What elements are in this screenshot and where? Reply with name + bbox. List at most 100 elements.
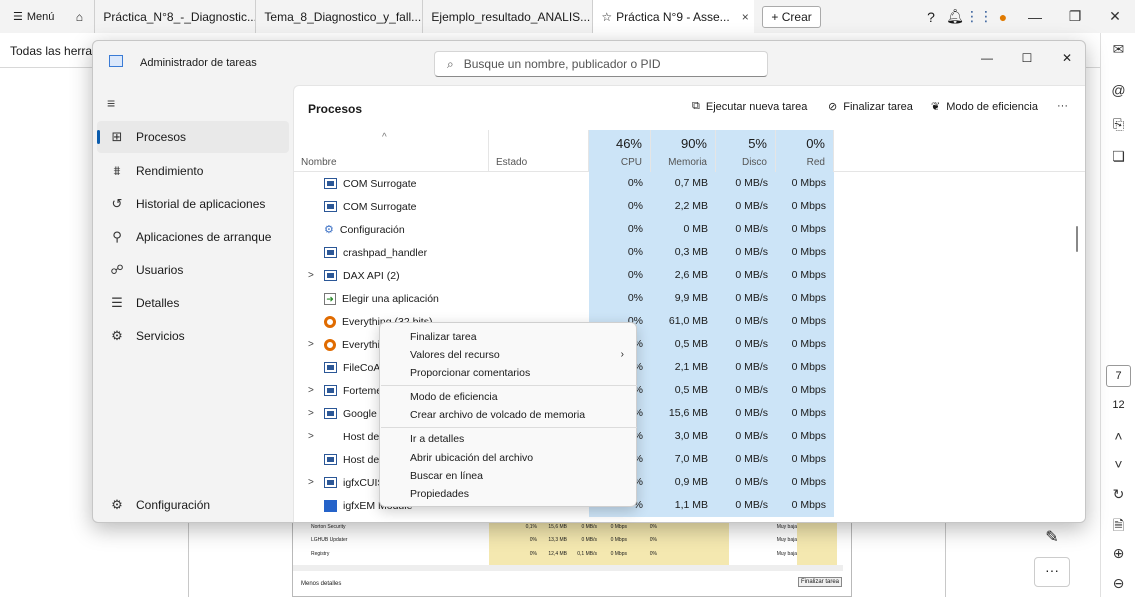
browser-tab-active[interactable]: ☆ Práctica N°9 - Asse... × xyxy=(592,0,755,33)
cell-mem: 2,6 MB xyxy=(651,264,716,287)
mini-scrollbar xyxy=(293,565,843,571)
table-row[interactable]: ⚙ Configuración 0% 0 MB 0 MB/s 0 Mbps xyxy=(294,218,1085,241)
zoom-out-icon[interactable]: ⊖ xyxy=(1101,575,1135,592)
menu-item-feedback[interactable]: Proporcionar comentarios xyxy=(410,367,530,379)
sidebar-item-configuracion[interactable]: ⚙ Configuración xyxy=(97,489,289,521)
column-network[interactable]: 0% Red xyxy=(776,130,834,172)
menu-item-open-file-location[interactable]: Abrir ubicación del archivo xyxy=(410,452,533,464)
close-tab-icon[interactable]: × xyxy=(742,10,749,24)
hamburger-icon[interactable]: ≡ xyxy=(107,95,115,111)
copy-icon[interactable]: ❏ xyxy=(1101,148,1135,165)
active-indicator xyxy=(97,130,100,144)
cell-disk: 0 MB/s xyxy=(716,402,776,425)
sidebar-item-historial[interactable]: ↺ Historial de aplicaciones xyxy=(97,188,289,220)
table-row[interactable]: COM Surrogate 0% 0,7 MB 0 MB/s 0 Mbps xyxy=(294,172,1085,195)
home-icon[interactable]: ⌂ xyxy=(64,0,94,33)
mail-icon[interactable]: ✉ xyxy=(1101,41,1135,58)
minimize-icon[interactable]: — xyxy=(967,45,1007,71)
column-cpu[interactable]: 46% CPU xyxy=(589,130,651,172)
column-status[interactable]: Estado xyxy=(489,130,589,172)
mini-cell: 0 Mbps xyxy=(610,550,627,557)
close-window-icon[interactable]: ✕ xyxy=(1095,0,1135,33)
bell-icon[interactable]: 🔔︎ xyxy=(943,0,967,33)
efficiency-mode-button[interactable]: ❦ Modo de eficiencia xyxy=(931,100,1038,114)
chevron-up-icon[interactable]: ˄ xyxy=(1101,428,1135,444)
process-name: Host de xyxy=(343,453,380,466)
sidebar-item-arranque[interactable]: ⚲ Aplicaciones de arranque xyxy=(97,221,289,253)
column-name[interactable]: ^ Nombre xyxy=(294,130,489,172)
run-new-task-button[interactable]: ⧉ Ejecutar nueva tarea xyxy=(692,100,807,113)
table-row[interactable]: crashpad_handler 0% 0,3 MB 0 MB/s 0 Mbps xyxy=(294,241,1085,264)
process-name: DAX API (2) xyxy=(343,269,400,282)
expand-chevron-icon[interactable]: > xyxy=(308,402,314,425)
sidebar-item-detalles[interactable]: ☰ Detalles xyxy=(97,287,289,319)
avatar[interactable]: ● xyxy=(991,0,1015,33)
cell-disk: 0 MB/s xyxy=(716,310,776,333)
sidebar-item-procesos[interactable]: ⊞ Procesos xyxy=(97,121,289,153)
cell-net: 0 Mbps xyxy=(776,264,834,287)
zoom-in-icon[interactable]: ⊕ xyxy=(1101,545,1135,562)
mini-cell: 0% xyxy=(649,550,657,557)
pen-icon[interactable]: ✎ xyxy=(1032,522,1072,552)
chevron-down-icon[interactable]: ˅ xyxy=(1101,456,1135,472)
sidebar-item-rendimiento[interactable]: ⩩ Rendimiento xyxy=(97,155,289,187)
sidebar-item-label: Configuración xyxy=(136,498,211,512)
menu-item-search-online[interactable]: Buscar en línea xyxy=(410,470,483,482)
process-name: COM Surrogate xyxy=(343,177,417,190)
menu-item-end-task[interactable]: Finalizar tarea xyxy=(410,331,477,343)
end-task-button[interactable]: ⊘ Finalizar tarea xyxy=(828,100,913,114)
column-disk[interactable]: 5% Disco xyxy=(716,130,776,172)
apps-grid-icon[interactable]: ⋮⋮ xyxy=(965,0,993,33)
restore-icon[interactable]: ❐ xyxy=(1055,0,1095,33)
sidebar-item-usuarios[interactable]: ☍ Usuarios xyxy=(97,254,289,286)
at-icon[interactable]: @ xyxy=(1101,82,1135,98)
expand-chevron-icon[interactable]: > xyxy=(308,379,314,402)
star-icon: ☆ xyxy=(601,9,613,24)
expand-chevron-icon[interactable]: > xyxy=(308,425,314,448)
cpu-total: 46% xyxy=(615,136,642,151)
scrollbar-thumb[interactable] xyxy=(1076,226,1078,252)
table-row[interactable]: ➜ Elegir una aplicación 0% 9,9 MB 0 MB/s 0 Mb… xyxy=(294,287,1085,310)
process-name-cell: COM Surrogate xyxy=(324,195,417,218)
cell-disk: 0 MB/s xyxy=(716,379,776,402)
menu-item-create-dump[interactable]: Crear archivo de volcado de memoria xyxy=(410,409,585,421)
table-row[interactable]: COM Surrogate 0% 2,2 MB 0 MB/s 0 Mbps xyxy=(294,195,1085,218)
cell-disk: 0 MB/s xyxy=(716,494,776,517)
search-app-icon xyxy=(324,315,336,328)
refresh-icon[interactable]: ↻ xyxy=(1101,486,1135,503)
menu-item-efficiency-mode[interactable]: Modo de eficiencia xyxy=(410,391,498,403)
help-icon[interactable]: ? xyxy=(919,0,943,33)
process-name-cell: Everythir xyxy=(324,333,383,356)
browser-sidepanel: ✉ @ ⎘ ❏ 7 12 ˄ ˅ ↻ 🗎︎ ⊕ ⊖ xyxy=(1100,33,1135,597)
search-input[interactable]: ⌕ Busque un nombre, publicador o PID xyxy=(434,51,768,77)
column-label: Red xyxy=(806,157,825,168)
more-options-button[interactable]: ··· xyxy=(1034,557,1070,587)
browser-tab[interactable]: Tema_8_Diagnostico_y_fall... xyxy=(255,0,422,33)
expand-chevron-icon[interactable]: > xyxy=(308,264,314,287)
menu-item-resource-values[interactable]: Valores del recurso xyxy=(410,349,500,361)
browser-menu-button[interactable]: ☰ Menú xyxy=(0,0,64,33)
open-with-icon: ➜ xyxy=(324,292,336,305)
menu-item-properties[interactable]: Propiedades xyxy=(410,488,469,500)
expand-chevron-icon[interactable]: > xyxy=(308,471,314,494)
column-memory[interactable]: 90% Memoria xyxy=(651,130,716,172)
browser-tab[interactable]: Ejemplo_resultado_ANALIS... xyxy=(422,0,592,33)
sidebar-item-servicios[interactable]: ⚙ Servicios xyxy=(97,320,289,352)
table-row[interactable]: > DAX API (2) 0% 2,6 MB 0 MB/s 0 Mbps xyxy=(294,264,1085,287)
expand-chevron-icon[interactable]: > xyxy=(308,333,314,356)
mini-cell: Muy baja xyxy=(776,523,797,530)
users-icon: ☍ xyxy=(110,262,124,277)
crear-button[interactable]: + Crear xyxy=(762,5,821,28)
browser-tab[interactable]: Práctica_N°8_-_Diagnostic... xyxy=(94,0,255,33)
menu-item-go-to-details[interactable]: Ir a detalles xyxy=(410,433,464,445)
close-icon[interactable]: ✕ xyxy=(1047,45,1085,71)
cell-net: 0 Mbps xyxy=(776,310,834,333)
cell-mem: 9,9 MB xyxy=(651,287,716,310)
page-current[interactable]: 7 xyxy=(1106,365,1131,387)
cell-net: 0 Mbps xyxy=(776,241,834,264)
more-actions-button[interactable]: ··· xyxy=(1057,100,1068,112)
bookmark-icon[interactable]: ⎘ xyxy=(1101,116,1135,133)
minimize-icon[interactable]: — xyxy=(1015,0,1055,33)
document-icon[interactable]: 🗎︎ xyxy=(1101,515,1135,539)
maximize-icon[interactable]: ☐ xyxy=(1007,45,1047,71)
